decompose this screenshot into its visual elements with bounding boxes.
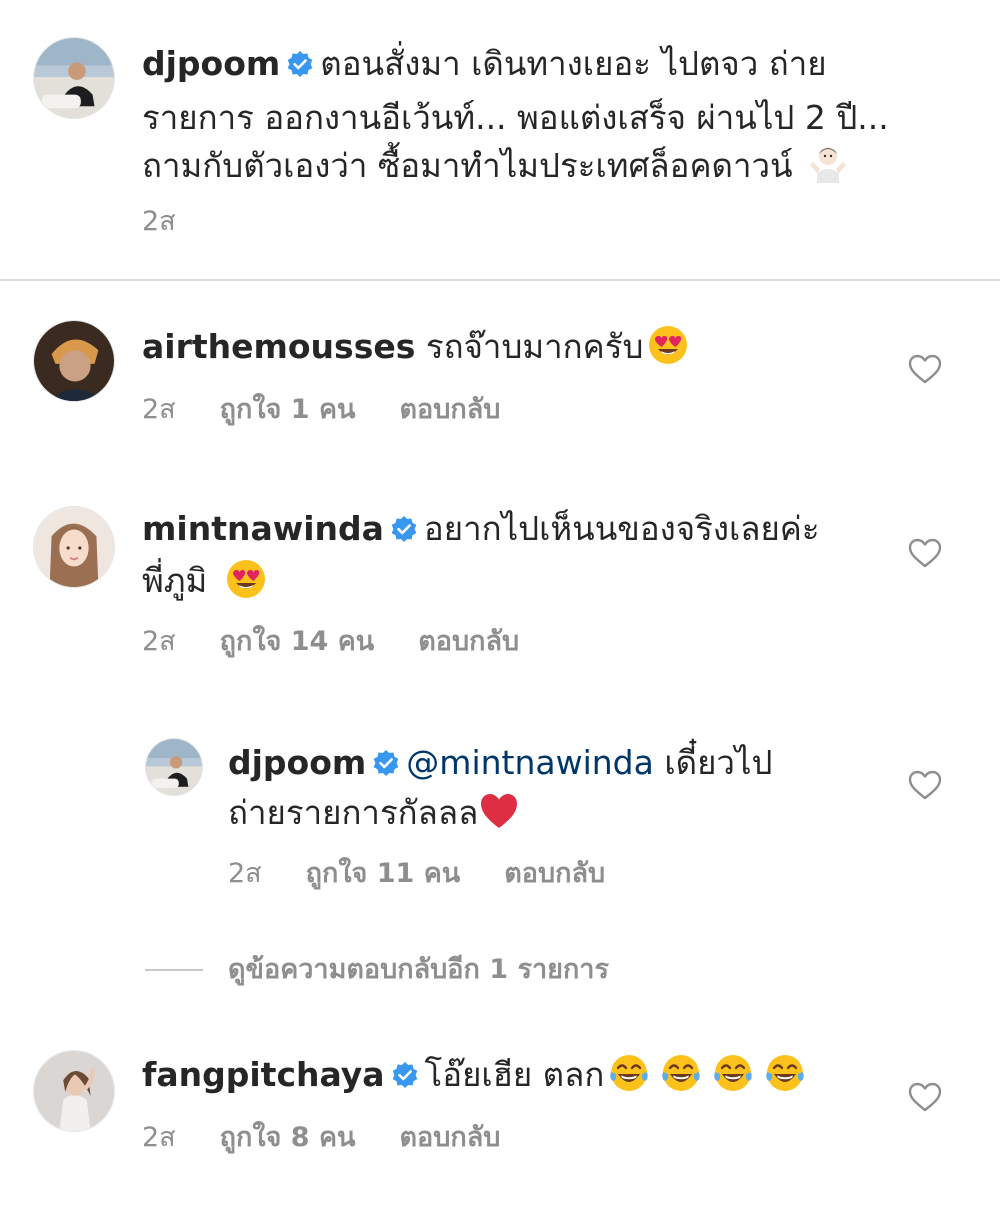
- reply-djpoom-line-1: djpoom @mintnawinda เดี๋ยวไป: [228, 737, 772, 789]
- comment-time: 2ส: [142, 626, 176, 657]
- comment-text: โอ๊ยเฮีย ตลก: [424, 1055, 605, 1094]
- comment-mintnawinda-meta: 2ส ถูกใจ 14 คน ตอบกลับ: [142, 625, 519, 659]
- post-caption-line-2: รายการ ออกงานอีเว้นท์... พอแต่งเสร็จ ผ่า…: [142, 98, 889, 137]
- like-heart-icon[interactable]: [908, 1082, 942, 1112]
- comment-fangpitchaya-meta: 2ส ถูกใจ 8 คน ตอบกลับ: [142, 1121, 500, 1155]
- avatar-image: [34, 1051, 114, 1131]
- tears-of-joy-emoji: [712, 1052, 754, 1094]
- like-heart-icon[interactable]: [908, 354, 942, 384]
- comment-username[interactable]: airthemousses: [142, 327, 415, 366]
- heart-eyes-emoji: [225, 558, 267, 600]
- comment-airthemousses-body: airthemousses รถจ๊าบมากครับ: [142, 321, 689, 373]
- like-heart-icon[interactable]: [908, 538, 942, 568]
- avatar-djpoom-reply[interactable]: [145, 738, 203, 796]
- reply-button[interactable]: ตอบกลับ: [418, 626, 519, 657]
- reply-button[interactable]: ตอบกลับ: [399, 1122, 500, 1153]
- red-heart-emoji: [478, 790, 520, 832]
- reply-button[interactable]: ตอบกลับ: [504, 858, 605, 889]
- reply-djpoom-meta: 2ส ถูกใจ 11 คน ตอบกลับ: [228, 857, 605, 891]
- post-caption-line-1: djpoom ตอนสั่งมา เดินทางเยอะ ไปตจว ถ่าย: [142, 38, 827, 90]
- verified-badge-icon: [372, 749, 400, 777]
- comment-text: รถจ๊าบมากครับ: [425, 327, 644, 366]
- post-caption-line-3: ถามกับตัวเองว่า ซื้อมาทำไมประเทศล็อคดาวน…: [142, 140, 849, 192]
- post-caption-text-1: ตอนสั่งมา เดินทางเยอะ ไปตจว ถ่าย: [320, 44, 827, 83]
- avatar-fangpitchaya[interactable]: [33, 1050, 115, 1132]
- view-replies-line: [145, 969, 203, 971]
- avatar-image: [34, 507, 114, 587]
- comment-time: 2ส: [142, 1122, 176, 1153]
- likes-count-link[interactable]: ถูกใจ 14 คน: [220, 626, 375, 657]
- comment-fangpitchaya-body: fangpitchaya โอ๊ยเฮีย ตลก: [142, 1049, 806, 1101]
- like-heart-icon[interactable]: [908, 770, 942, 800]
- reply-button[interactable]: ตอบกลับ: [399, 394, 500, 425]
- post-caption-text-3: ถามกับตัวเองว่า ซื้อมาทำไมประเทศล็อคดาวน…: [142, 146, 793, 185]
- comment-airthemousses-meta: 2ส ถูกใจ 1 คน ตอบกลับ: [142, 393, 500, 427]
- avatar-mintnawinda[interactable]: [33, 506, 115, 588]
- likes-count-link[interactable]: ถูกใจ 11 คน: [306, 858, 461, 889]
- tears-of-joy-emoji: [660, 1052, 702, 1094]
- comment-text: ถ่ายรายการกัลลล: [228, 793, 479, 832]
- comment-mintnawinda-line-1: mintnawinda อยากไปเห็นนของจริงเลยค่ะ: [142, 503, 820, 555]
- verified-badge-icon: [391, 1061, 419, 1089]
- comment-time: 2ส: [142, 394, 176, 425]
- comment-mintnawinda-line-2: พี่ภูมิ: [142, 555, 267, 607]
- avatar-image: [34, 38, 114, 118]
- verified-badge-icon: [390, 515, 418, 543]
- verified-badge-icon: [286, 50, 314, 78]
- tears-of-joy-emoji: [608, 1052, 650, 1094]
- likes-count-link[interactable]: ถูกใจ 1 คน: [220, 394, 356, 425]
- reply-djpoom-line-2: ถ่ายรายการกัลลล: [228, 787, 520, 839]
- post-username[interactable]: djpoom: [142, 44, 280, 83]
- likes-count-link[interactable]: ถูกใจ 8 คน: [220, 1122, 356, 1153]
- comment-time: 2ส: [228, 858, 262, 889]
- comment-username[interactable]: mintnawinda: [142, 509, 384, 548]
- comment-text: อยากไปเห็นนของจริงเลยค่ะ: [423, 509, 820, 548]
- avatar-image: [34, 321, 114, 401]
- avatar-image: [146, 739, 202, 795]
- view-more-replies-link[interactable]: ดูข้อความตอบกลับอีก 1 รายการ: [228, 953, 609, 987]
- comment-username[interactable]: fangpitchaya: [142, 1055, 385, 1094]
- comment-text: เดี๋ยวไป: [664, 743, 773, 782]
- comment-username[interactable]: djpoom: [228, 743, 366, 782]
- mention-link[interactable]: @mintnawinda: [406, 743, 654, 782]
- person-shrugging-emoji: [807, 143, 849, 185]
- avatar-djpoom[interactable]: [33, 37, 115, 119]
- tears-of-joy-emoji: [764, 1052, 806, 1094]
- avatar-airthemousses[interactable]: [33, 320, 115, 402]
- heart-eyes-emoji: [647, 324, 689, 366]
- comment-text: พี่ภูมิ: [142, 561, 208, 600]
- post-time: 2ส: [142, 206, 176, 237]
- caption-divider: [0, 279, 1000, 281]
